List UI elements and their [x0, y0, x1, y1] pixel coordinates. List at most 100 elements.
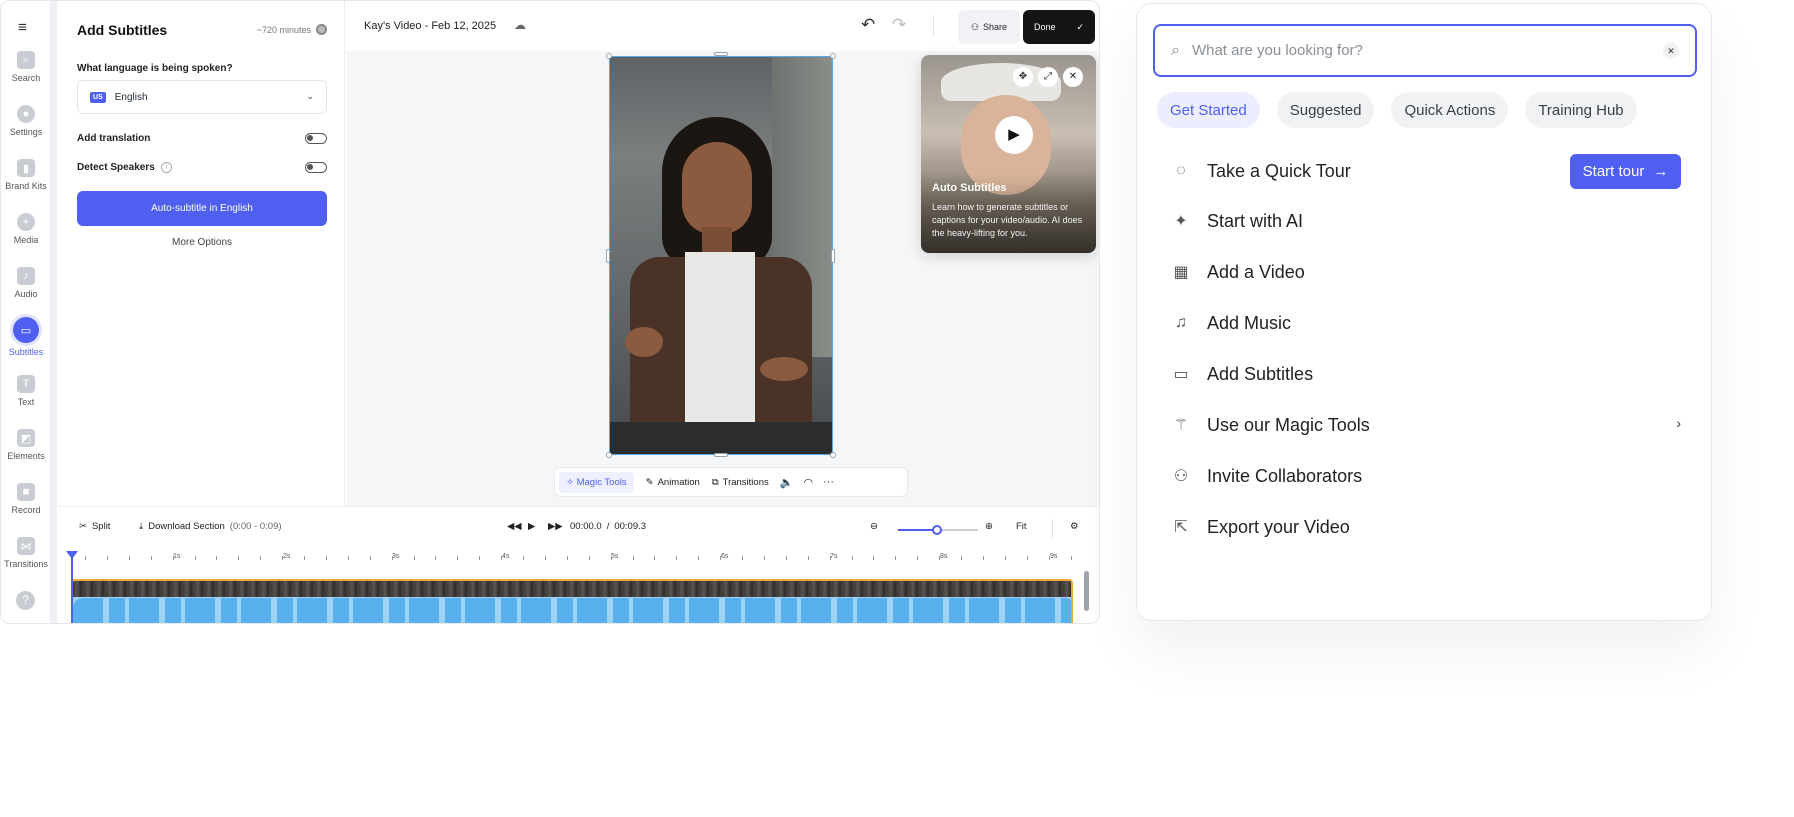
canvas-toolbar: ✧ Magic Tools ✎ Animation ⧉ Transitions 🔈 … — [554, 467, 908, 497]
ruler-tick — [654, 556, 656, 560]
volume-icon[interactable]: 🔈 — [775, 476, 799, 489]
share-button[interactable]: ⚇ Share — [958, 10, 1020, 44]
speed-icon[interactable]: ◠ — [798, 476, 818, 489]
redo-icon[interactable]: ↷ — [892, 15, 906, 35]
rail-item-text[interactable]: T Text — [1, 375, 51, 407]
gear-icon: ● — [17, 105, 35, 123]
chevron-right-icon: › — [1676, 415, 1681, 431]
ruler-tick — [742, 556, 743, 560]
ruler-tick — [763, 556, 765, 560]
info-icon[interactable]: i — [160, 162, 172, 173]
add-translation-toggle[interactable] — [305, 133, 327, 144]
download-section-button[interactable]: ⤓ Download Section (0:00 - 0:09) — [139, 521, 282, 532]
undo-icon[interactable]: ↶ — [861, 15, 875, 35]
resize-handle[interactable] — [606, 249, 610, 263]
ruler-tick-label: 6s — [721, 553, 729, 560]
rail-item-transitions[interactable]: ⋈ Transitions — [1, 537, 51, 569]
more-options-link[interactable]: More Options — [77, 237, 327, 248]
fit-button[interactable]: Fit — [1016, 521, 1027, 532]
music-icon: ♫ — [1175, 314, 1187, 331]
rail-item-media[interactable]: + Media — [1, 213, 51, 245]
menu-item-export-video[interactable]: ⇱ Export your Video — [1171, 507, 1681, 547]
play-button-icon[interactable]: ▶ — [528, 521, 535, 532]
help-icon[interactable]: ? — [16, 591, 35, 610]
search-box[interactable]: ⌕ ✕ — [1153, 24, 1697, 77]
timeline-scrollbar[interactable] — [1084, 571, 1089, 611]
more-icon[interactable]: ··· — [818, 476, 839, 488]
clear-search-icon[interactable]: ✕ — [1663, 43, 1679, 59]
ruler-tick — [698, 556, 700, 560]
timeline-settings-icon[interactable]: ⚙ — [1070, 521, 1079, 532]
resize-handle[interactable] — [714, 52, 728, 56]
project-title[interactable]: Kay's Video - Feb 12, 2025 — [364, 20, 496, 32]
rail-item-elements[interactable]: ◩ Elements — [1, 429, 51, 461]
timeline-toolbar: ✂ Split ⤓ Download Section (0:00 - 0:09)… — [58, 506, 1099, 548]
expand-icon[interactable]: ⤢ — [1038, 67, 1058, 87]
start-tour-button[interactable]: Start tour → — [1570, 154, 1681, 189]
tutorial-card[interactable]: ✥ ⤢ ✕ ▶ Auto Subtitles Learn how to gene… — [921, 55, 1096, 253]
ruler-tick — [106, 556, 108, 560]
tab-training-hub[interactable]: Training Hub — [1525, 92, 1637, 128]
menu-item-start-with-ai[interactable]: ✦ Start with AI — [1171, 201, 1681, 241]
film-icon: ▦ — [1173, 264, 1189, 281]
resize-handle[interactable] — [606, 452, 612, 458]
split-button[interactable]: ✂ Split — [79, 521, 110, 532]
chevron-down-icon: ⌄ — [306, 91, 314, 101]
plus-icon: + — [17, 213, 35, 231]
ruler-tick-label: 1s — [173, 553, 181, 560]
zoom-slider[interactable] — [898, 525, 978, 535]
tab-suggested[interactable]: Suggested — [1276, 92, 1375, 128]
resize-handle[interactable] — [830, 452, 836, 458]
menu-item-magic-tools[interactable]: ⚚ Use our Magic Tools › — [1171, 405, 1681, 445]
rail-item-record[interactable]: ■ Record — [1, 483, 51, 515]
resize-handle[interactable] — [831, 249, 835, 263]
ruler-tick — [1048, 556, 1050, 560]
transitions-button[interactable]: ⧉ Transitions — [706, 472, 775, 493]
close-icon[interactable]: ✕ — [1063, 67, 1083, 87]
rail-item-audio[interactable]: ♪ Audio — [1, 267, 51, 299]
tab-get-started[interactable]: Get Started — [1157, 92, 1260, 128]
menu-item-add-video[interactable]: ▦ Add a Video — [1171, 252, 1681, 292]
menu-icon[interactable]: ≡ — [18, 19, 27, 36]
play-icon[interactable]: ▶ — [995, 116, 1033, 154]
menu-item-add-music[interactable]: ♫ Add Music — [1171, 303, 1681, 343]
video-track-clip[interactable] — [71, 579, 1073, 623]
zoom-slider-knob[interactable] — [932, 525, 942, 535]
language-select[interactable]: US English ⌄ — [77, 80, 327, 114]
menu-item-quick-tour[interactable]: ◌ Take a Quick Tour Start tour → — [1171, 151, 1681, 191]
rail-item-subtitles[interactable]: ▭ Subtitles — [1, 317, 51, 357]
ruler-tick — [939, 556, 941, 560]
ruler-tick — [544, 556, 546, 560]
tab-quick-actions[interactable]: Quick Actions — [1391, 92, 1509, 128]
rail-scrollbar[interactable] — [51, 1, 57, 623]
rail-item-settings[interactable]: ● Settings — [1, 105, 51, 137]
resize-handle[interactable] — [714, 453, 728, 457]
done-button[interactable]: Done ✓ — [1023, 10, 1095, 44]
menu-item-invite-collaborators[interactable]: ⚇ Invite Collaborators — [1171, 456, 1681, 496]
magic-tools-button[interactable]: ✧ Magic Tools — [559, 471, 634, 493]
cloud-sync-icon: ☁ — [514, 18, 526, 32]
animation-button[interactable]: ✎ Animation — [640, 472, 706, 493]
add-translation-label: Add translation — [77, 133, 151, 144]
resize-handle[interactable] — [830, 53, 836, 59]
auto-subtitle-button[interactable]: Auto-subtitle in English — [77, 191, 327, 226]
forward-icon[interactable]: ▶▶ — [548, 521, 563, 532]
rail-item-search[interactable]: ⌕ Search — [1, 51, 51, 83]
playhead-line[interactable] — [71, 556, 73, 623]
zoom-in-icon[interactable]: ⊕ — [985, 521, 993, 532]
search-input[interactable] — [1191, 42, 1632, 59]
language-value: English — [114, 91, 148, 103]
ruler-tick — [282, 556, 284, 560]
menu-item-add-subtitles[interactable]: ▭ Add Subtitles — [1171, 354, 1681, 394]
detect-speakers-toggle[interactable] — [305, 162, 327, 173]
resize-handle[interactable] — [606, 53, 612, 59]
rewind-icon[interactable]: ◀◀ — [507, 521, 522, 532]
video-frame[interactable] — [609, 56, 833, 455]
move-icon[interactable]: ✥ — [1013, 67, 1033, 87]
zoom-out-icon[interactable]: ⊖ — [870, 521, 878, 532]
ruler-tick — [676, 556, 678, 560]
scissors-icon: ✂ — [79, 521, 87, 532]
timeline-ruler: 1s 2s 3s 4s 5s 6s 7s 8s 9s — [58, 549, 1099, 569]
ruler-tick-label: 3s — [392, 553, 400, 560]
rail-item-brand-kits[interactable]: ▮ Brand Kits — [1, 159, 51, 191]
